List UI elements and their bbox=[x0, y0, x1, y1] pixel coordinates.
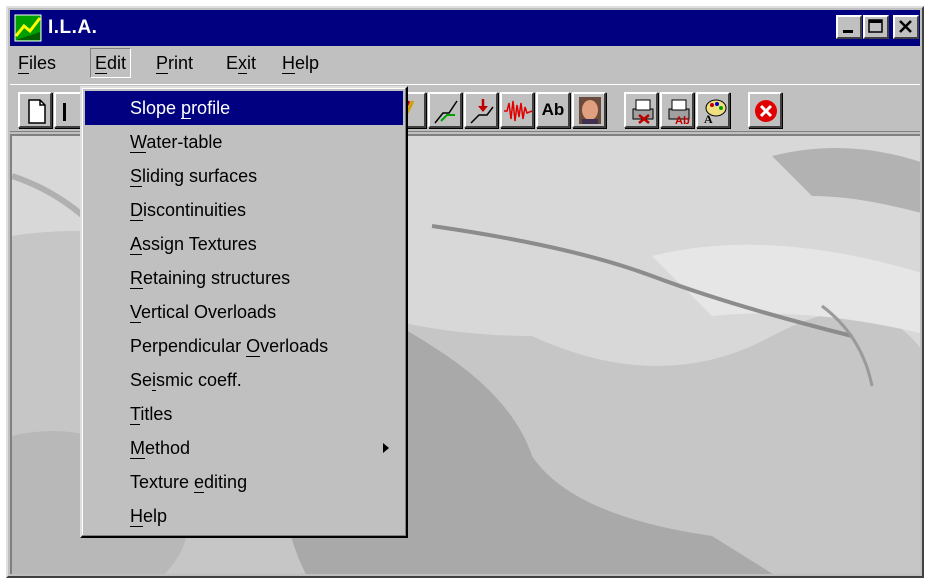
text-button[interactable]: Ab bbox=[536, 92, 570, 128]
print-text-button[interactable]: Ab bbox=[660, 92, 694, 128]
menu-item-discontinuities[interactable]: Discontinuities bbox=[85, 193, 403, 227]
menu-item-perpendicular-overloads[interactable]: Perpendicular Overloads bbox=[85, 329, 403, 363]
seismic-icon bbox=[504, 100, 533, 122]
minimize-button[interactable] bbox=[836, 15, 862, 39]
submenu-arrow-icon bbox=[383, 443, 389, 453]
menu-item-seismic-coeff[interactable]: Seismic coeff. bbox=[85, 363, 403, 397]
menu-item-texture-editing[interactable]: Texture editing bbox=[85, 465, 403, 499]
edit-dropdown-menu: Slope profile Water-table Sliding surfac… bbox=[80, 86, 408, 538]
menu-item-retaining-structures[interactable]: Retaining structures bbox=[85, 261, 403, 295]
maximize-icon bbox=[868, 19, 883, 33]
palette-icon: A bbox=[704, 99, 727, 126]
menu-item-method[interactable]: Method bbox=[85, 431, 403, 465]
portrait-button[interactable] bbox=[572, 92, 606, 128]
print-graphics-button[interactable] bbox=[624, 92, 658, 128]
portrait-icon bbox=[579, 97, 601, 124]
load-arrow-icon bbox=[470, 99, 494, 124]
close-button[interactable] bbox=[893, 15, 919, 39]
window-title: I.L.A. bbox=[48, 17, 98, 38]
exit-icon bbox=[755, 100, 777, 122]
print-icon bbox=[632, 99, 654, 124]
maximize-button[interactable] bbox=[863, 15, 889, 39]
menu-bar: Files Edit Print Exit Help bbox=[10, 48, 920, 78]
app-logo-icon bbox=[14, 14, 42, 42]
exit-button[interactable] bbox=[748, 92, 782, 128]
menu-edit[interactable]: Edit bbox=[90, 48, 132, 78]
line-chart-icon bbox=[434, 100, 458, 124]
svg-text:A: A bbox=[704, 112, 713, 126]
profile-line-button[interactable] bbox=[428, 92, 462, 128]
menu-exit[interactable]: Exit bbox=[222, 48, 260, 78]
menu-item-water-table[interactable]: Water-table bbox=[85, 125, 403, 159]
menu-item-assign-textures[interactable]: Assign Textures bbox=[85, 227, 403, 261]
svg-text:Ab: Ab bbox=[675, 115, 690, 127]
menu-item-titles[interactable]: Titles bbox=[85, 397, 403, 431]
menu-item-sliding-surfaces[interactable]: Sliding surfaces bbox=[85, 159, 403, 193]
menu-item-slope-profile[interactable]: Slope profile bbox=[85, 91, 403, 125]
palette-button[interactable]: A bbox=[696, 92, 730, 128]
menu-help[interactable]: Help bbox=[278, 48, 323, 78]
menu-files[interactable]: Files bbox=[14, 48, 60, 78]
menu-item-help[interactable]: Help bbox=[85, 499, 403, 533]
new-button[interactable] bbox=[18, 92, 52, 128]
seismic-button[interactable] bbox=[500, 92, 534, 128]
text-icon: Ab bbox=[541, 100, 565, 119]
new-document-icon bbox=[28, 99, 46, 124]
title-bar[interactable]: I.L.A. bbox=[10, 10, 920, 46]
minimize-icon bbox=[843, 30, 853, 33]
menu-item-vertical-overloads[interactable]: Vertical Overloads bbox=[85, 295, 403, 329]
close-icon bbox=[899, 20, 912, 33]
load-button[interactable] bbox=[464, 92, 498, 128]
print-text-icon: Ab bbox=[668, 99, 690, 127]
menu-print[interactable]: Print bbox=[152, 48, 197, 78]
